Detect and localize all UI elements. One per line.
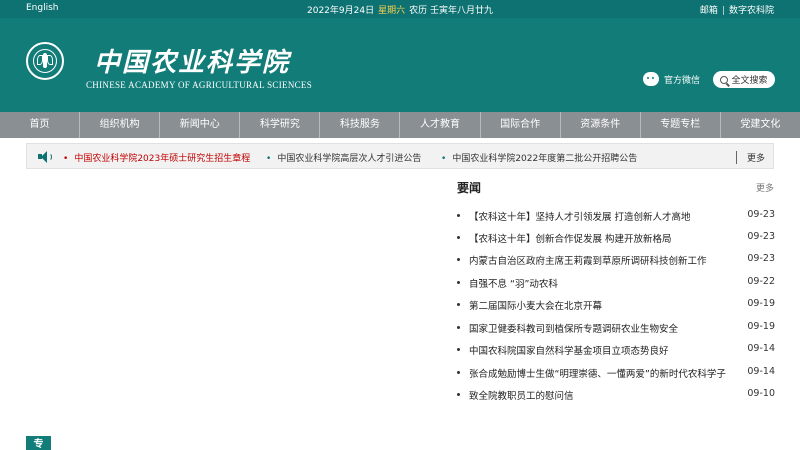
news-section-title: 要闻 [457, 181, 482, 195]
news-title[interactable]: 国家卫健委科教司到植保所专题调研农业生物安全 [469, 321, 737, 335]
caas-seal-icon[interactable] [26, 42, 64, 80]
news-date: 09-19 [747, 321, 775, 332]
news-date: 09-14 [747, 343, 775, 354]
news-title[interactable]: 张合成勉励博士生做“明理崇德、一懂两爱”的新时代农科学子 [469, 366, 737, 380]
digital-caas-link[interactable]: 数字农科院 [729, 6, 774, 16]
top-bar: English 2022年9月24日 星期六 农历 壬寅年八月廿九 邮箱 | 数字农科院 [0, 0, 800, 18]
mail-link[interactable]: 邮箱 [700, 6, 718, 16]
full-text-search-button[interactable]: 全文搜索 [713, 71, 775, 88]
nav-item-talent-education[interactable]: 人才教育 [400, 112, 481, 138]
notice-bar: 中国农业科学院2023年硕士研究生招生章程 中国农业科学院高层次人才引进公告 中… [26, 143, 774, 169]
news-item[interactable]: 国家卫健委科教司到植保所专题调研农业生物安全 09-19 [457, 321, 775, 335]
nav-item-special-topics[interactable]: 专题专栏 [641, 112, 721, 138]
news-item[interactable]: 致全院教职员工的慰问信 09-10 [457, 388, 775, 402]
nav-item-research[interactable]: 科学研究 [240, 112, 321, 138]
news-more-link[interactable]: 更多 [756, 181, 774, 194]
news-date: 09-14 [747, 366, 775, 377]
notice-item[interactable]: 中国农业科学院2023年硕士研究生招生章程 [63, 151, 250, 164]
news-title[interactable]: 【农科这十年】坚持人才引领发展 打造创新人才高地 [469, 209, 737, 223]
news-item[interactable]: 【农科这十年】坚持人才引领发展 打造创新人才高地 09-23 [457, 209, 775, 223]
date-display: 2022年9月24日 星期六 农历 壬寅年八月廿九 [0, 3, 800, 16]
official-wechat-link[interactable]: 官方微信 [643, 72, 700, 86]
news-item[interactable]: 张合成勉励博士生做“明理崇德、一懂两爱”的新时代农科学子 09-14 [457, 366, 775, 380]
nav-item-tech-service[interactable]: 科技服务 [320, 112, 401, 138]
news-title[interactable]: 自强不息 “羽”动农科 [469, 276, 737, 290]
news-date: 09-19 [747, 298, 775, 309]
nav-item-international[interactable]: 国际合作 [481, 112, 561, 138]
news-item[interactable]: 中国农科院国家自然科学基金项目立项态势良好 09-14 [457, 343, 775, 357]
search-icon [720, 75, 729, 84]
search-label: 全文搜索 [731, 76, 768, 86]
news-date: 09-22 [747, 276, 775, 287]
news-item[interactable]: 自强不息 “羽”动农科 09-22 [457, 276, 775, 290]
nav-item-resources[interactable]: 资源条件 [561, 112, 641, 138]
news-title[interactable]: 第二届国际小麦大会在北京开幕 [469, 298, 737, 312]
speaker-icon [38, 151, 52, 163]
news-title[interactable]: 致全院教职员工的慰问信 [469, 388, 737, 402]
logo-english-name[interactable]: CHINESE ACADEMY OF AGRICULTURAL SCIENCES [86, 80, 312, 90]
news-date: 09-23 [747, 253, 775, 264]
news-title[interactable]: 【农科这十年】创新合作促发展 构建开放新格局 [469, 231, 737, 245]
logo-chinese-name[interactable]: 中国农业科学院 [94, 42, 290, 79]
special-section-badge: 专 [26, 436, 51, 450]
link-separator: | [721, 6, 725, 16]
nav-item-organization[interactable]: 组织机构 [80, 112, 161, 138]
news-item[interactable]: 【农科这十年】创新合作促发展 构建开放新格局 09-23 [457, 231, 775, 245]
notice-more-link[interactable]: 更多 [735, 151, 765, 164]
date-text: 2022年9月24日 [307, 6, 375, 16]
notice-item[interactable]: 中国农业科学院2022年度第二批公开招聘公告 [441, 151, 637, 164]
news-date: 09-10 [747, 388, 775, 399]
top-links: 邮箱 | 数字农科院 [700, 3, 774, 16]
news-date: 09-23 [747, 209, 775, 220]
notice-item[interactable]: 中国农业科学院高层次人才引进公告 [266, 151, 421, 164]
wechat-icon [643, 72, 659, 86]
news-title[interactable]: 内蒙古自治区政府主席王莉霞到草原所调研科技创新工作 [469, 253, 737, 267]
lunar-date-text: 农历 壬寅年八月廿九 [409, 6, 493, 16]
wechat-label: 官方微信 [664, 75, 701, 86]
nav-item-home[interactable]: 首页 [0, 112, 81, 138]
news-title[interactable]: 中国农科院国家自然科学基金项目立项态势良好 [469, 343, 737, 357]
nav-item-party-culture[interactable]: 党建文化 [721, 112, 800, 138]
weekday-text: 星期六 [378, 6, 406, 16]
news-item[interactable]: 内蒙古自治区政府主席王莉霞到草原所调研科技创新工作 09-23 [457, 253, 775, 267]
news-date: 09-23 [747, 231, 775, 242]
main-nav: 首页 组织机构 新闻中心 科学研究 科技服务 人才教育 国际合作 资源条件 专题… [0, 112, 800, 138]
nav-item-news-center[interactable]: 新闻中心 [160, 112, 241, 138]
site-header: 中国农业科学院 CHINESE ACADEMY OF AGRICULTURAL … [0, 18, 800, 112]
news-item[interactable]: 第二届国际小麦大会在北京开幕 09-19 [457, 298, 775, 312]
